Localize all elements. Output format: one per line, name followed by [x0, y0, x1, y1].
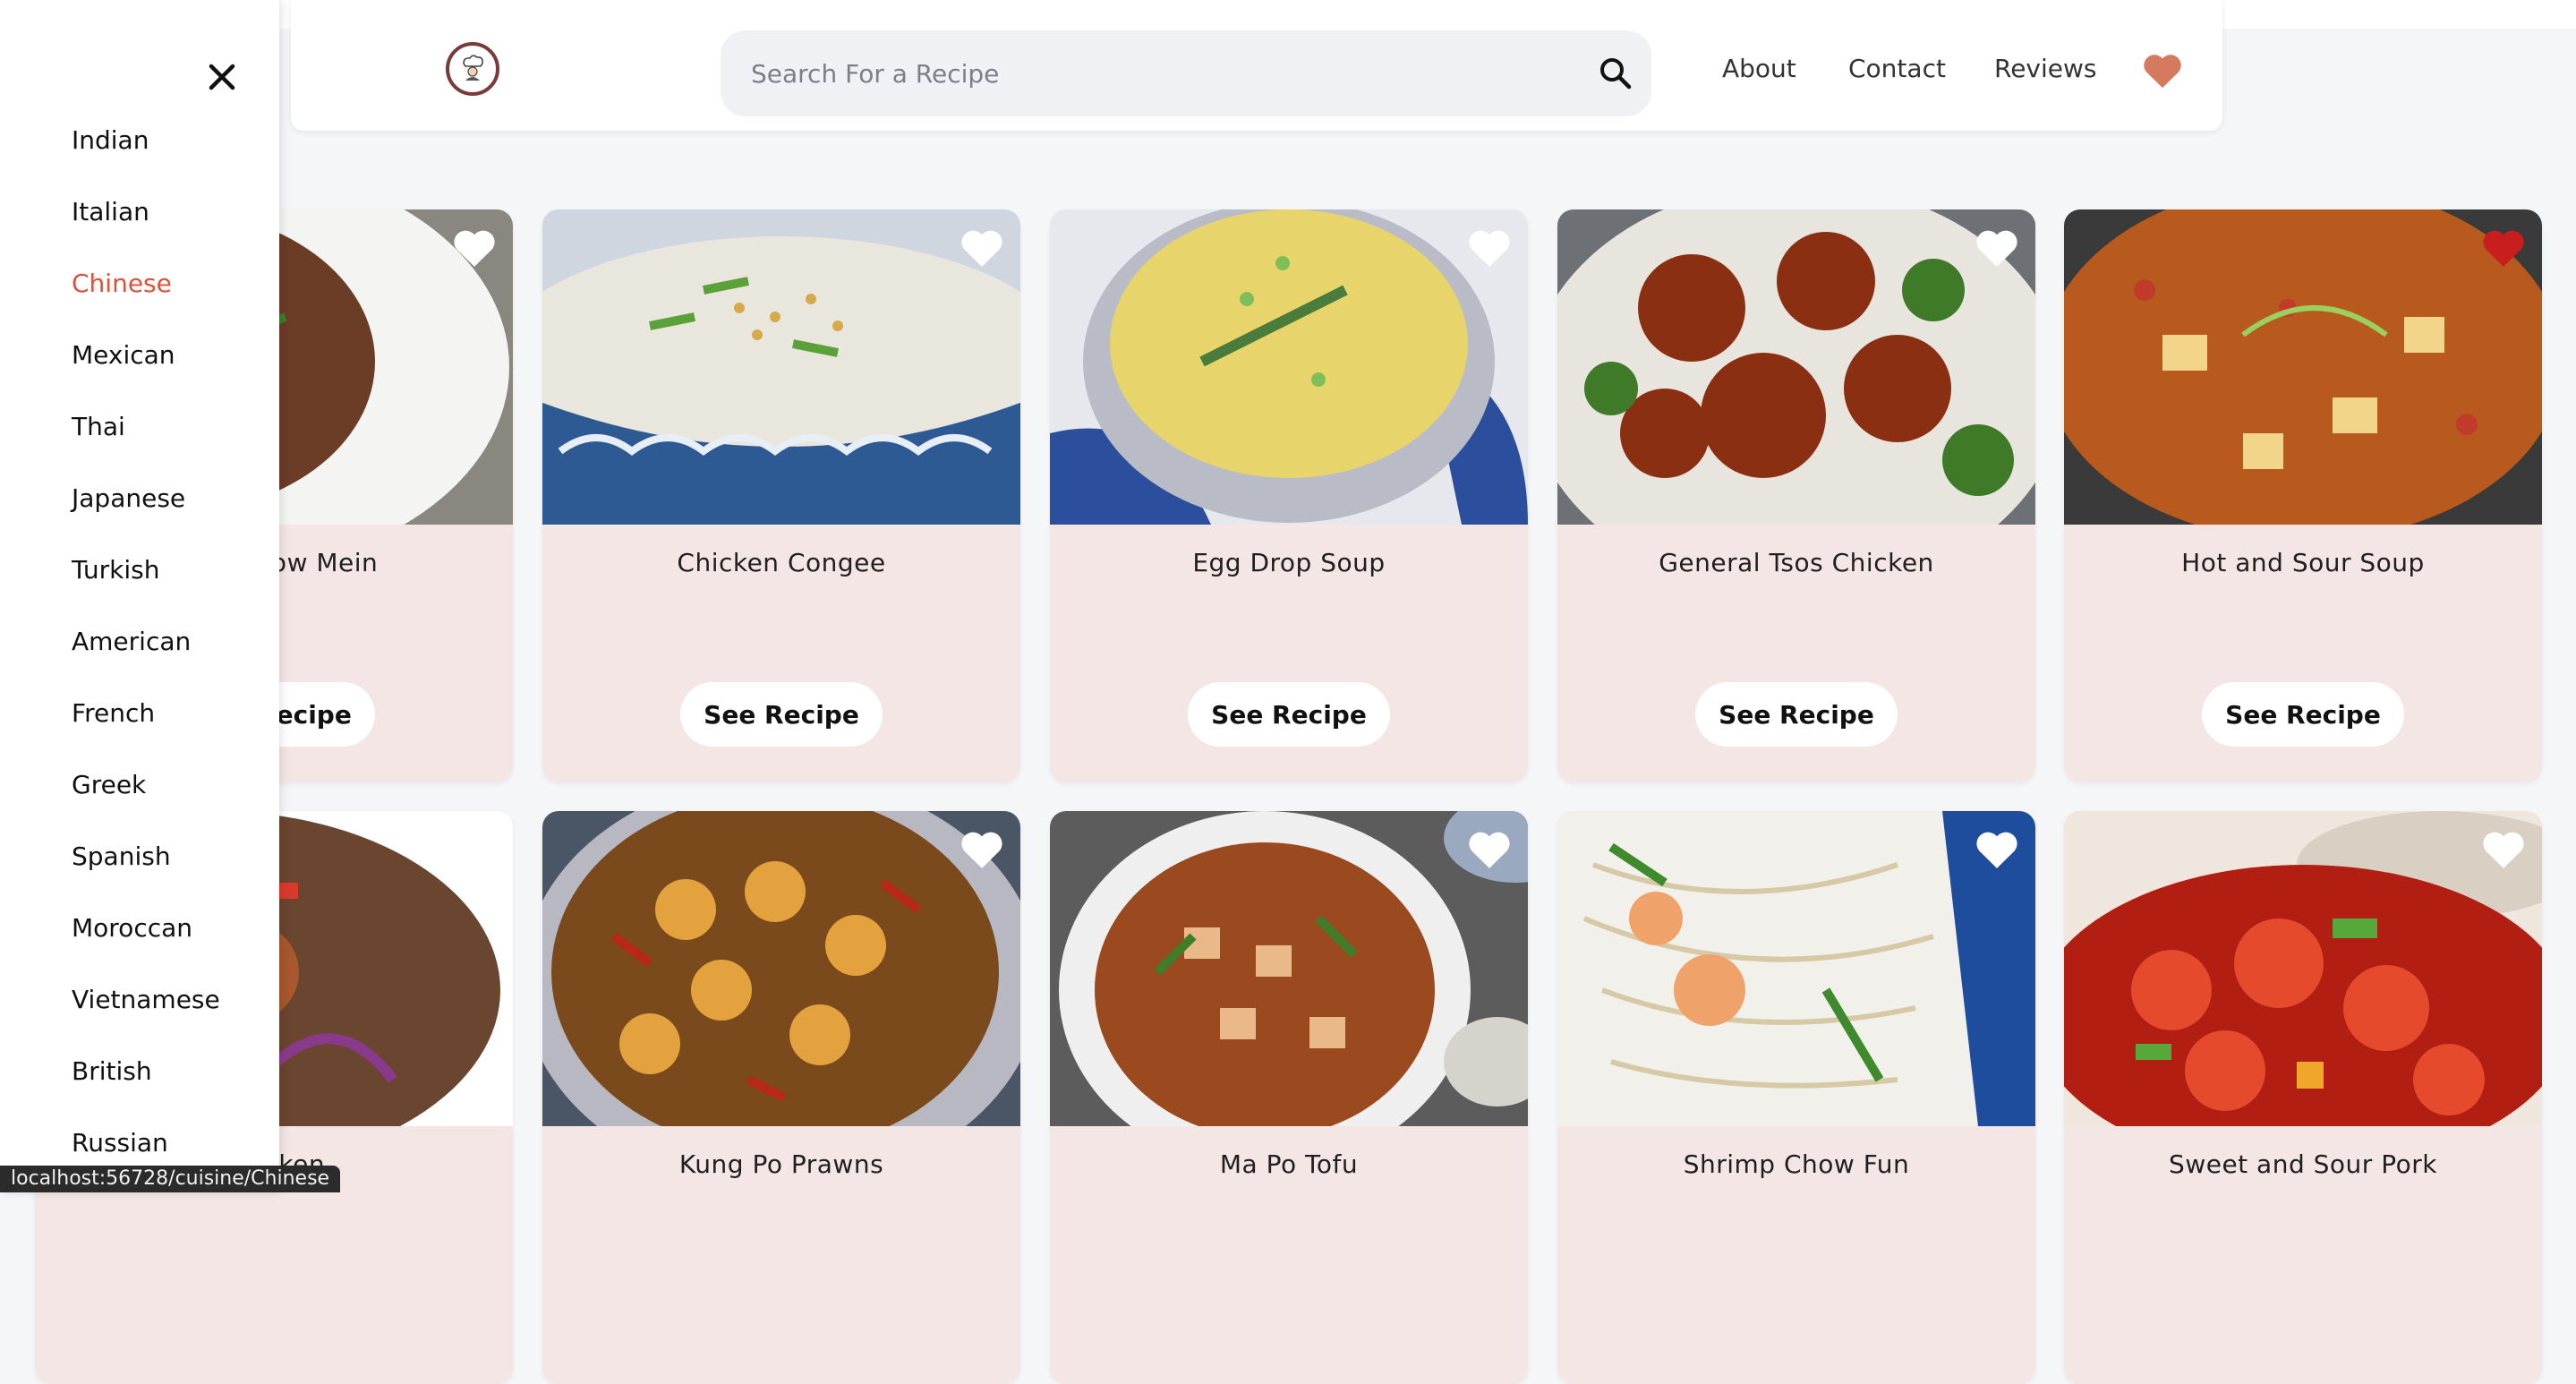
recipe-title: Shrimp Chow Fun	[1683, 1149, 1910, 1179]
nav-about-link[interactable]: About	[1722, 54, 1796, 83]
recipe-title: Egg Drop Soup	[1192, 548, 1386, 577]
see-recipe-button[interactable]: See Recipe	[2202, 682, 2404, 747]
favorite-heart-icon[interactable]	[452, 227, 497, 269]
recipe-photo[interactable]	[2064, 811, 2542, 1126]
sidebar-item-american[interactable]: American	[72, 627, 191, 656]
sidebar-item-british[interactable]: British	[72, 1056, 152, 1086]
header: About Contact Reviews	[291, 0, 2222, 131]
see-recipe-button[interactable]: See Recipe	[1188, 682, 1390, 747]
recipe-photo[interactable]	[542, 811, 1020, 1126]
recipe-title: Ma Po Tofu	[1219, 1149, 1359, 1179]
status-url: localhost:56728/cuisine/Chinese	[0, 1166, 341, 1192]
favorite-heart-icon-filled[interactable]	[2481, 227, 2526, 269]
recipe-card[interactable]: Egg Drop Soup See Recipe	[1050, 209, 1528, 782]
recipe-photo[interactable]	[1050, 209, 1528, 525]
favorites-heart-icon[interactable]	[2142, 52, 2183, 90]
search-bar	[721, 30, 1651, 116]
sidebar-item-greek[interactable]: Greek	[72, 770, 146, 799]
sidebar-item-thai[interactable]: Thai	[72, 412, 125, 441]
search-input[interactable]	[749, 57, 1576, 90]
favorite-heart-icon[interactable]	[452, 829, 497, 870]
recipe-photo[interactable]	[1050, 811, 1528, 1126]
recipe-title: Kung Po Prawns	[678, 1149, 884, 1179]
recipe-photo[interactable]	[542, 209, 1020, 525]
cuisine-sidebar: Indian Italian Chinese Mexican Thai Japanese T…	[0, 0, 279, 1192]
favorite-heart-icon[interactable]	[1975, 227, 2019, 269]
see-recipe-button[interactable]: See Recipe	[1695, 682, 1898, 747]
recipe-card[interactable]: Kung Po Prawns	[542, 811, 1020, 1384]
sidebar-item-russian[interactable]: Russian	[72, 1128, 168, 1158]
recipe-card[interactable]: Ma Po Tofu	[1050, 811, 1528, 1384]
favorite-heart-icon[interactable]	[960, 829, 1004, 870]
favorite-heart-icon[interactable]	[2481, 829, 2526, 870]
search-icon[interactable]	[1598, 56, 1633, 91]
recipe-photo[interactable]	[2064, 209, 2542, 525]
sidebar-item-japanese[interactable]: Japanese	[72, 483, 185, 513]
sidebar-item-vietnamese[interactable]: Vietnamese	[72, 985, 220, 1014]
recipe-title: Chicken Congee	[677, 548, 886, 577]
recipe-card[interactable]: Shrimp Chow Fun	[1557, 811, 2035, 1384]
sidebar-item-french[interactable]: French	[72, 698, 155, 728]
recipe-card[interactable]: Sweet and Sour Pork	[2064, 811, 2542, 1384]
favorite-heart-icon[interactable]	[960, 227, 1004, 269]
recipe-title: General Tsos Chicken	[1659, 548, 1934, 577]
favorite-heart-icon[interactable]	[1975, 829, 2019, 870]
sidebar-item-mexican[interactable]: Mexican	[72, 340, 175, 370]
recipe-photo[interactable]	[1557, 209, 2035, 525]
chef-logo-icon[interactable]	[446, 42, 499, 96]
recipe-title: Hot and Sour Soup	[2181, 548, 2425, 577]
sidebar-item-moroccan[interactable]: Moroccan	[72, 913, 192, 943]
sidebar-item-indian[interactable]: Indian	[72, 125, 149, 155]
nav-reviews-link[interactable]: Reviews	[1994, 54, 2097, 83]
see-recipe-button[interactable]: See Recipe	[680, 682, 883, 747]
favorite-heart-icon[interactable]	[1467, 829, 1512, 870]
sidebar-item-turkish[interactable]: Turkish	[72, 555, 159, 585]
recipe-card[interactable]: General Tsos Chicken See Recipe	[1557, 209, 2035, 782]
sidebar-item-italian[interactable]: Italian	[72, 197, 149, 226]
recipe-card[interactable]: Hot and Sour Soup See Recipe	[2064, 209, 2542, 782]
favorite-heart-icon[interactable]	[1467, 227, 1512, 269]
sidebar-item-chinese[interactable]: Chinese	[72, 269, 172, 298]
recipe-title: Sweet and Sour Pork	[2169, 1149, 2437, 1179]
nav-contact-link[interactable]: Contact	[1848, 54, 1946, 83]
recipe-card[interactable]: Chicken Congee See Recipe	[542, 209, 1020, 782]
recipe-photo[interactable]	[1557, 811, 2035, 1126]
close-icon[interactable]	[206, 61, 238, 93]
sidebar-item-spanish[interactable]: Spanish	[72, 842, 171, 871]
